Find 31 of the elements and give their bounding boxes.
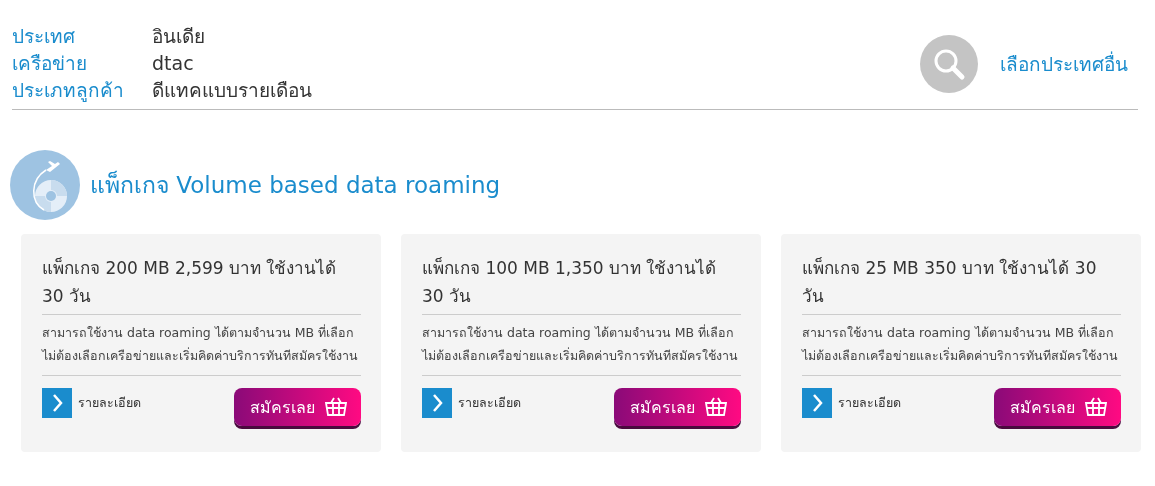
package-title: แพ็กเกจ 25 MB 350 บาท ใช้งานได้ 30 วัน: [802, 254, 1121, 315]
info-value: ดีแทคแบบรายเดือน: [152, 78, 312, 103]
details-label: รายละเอียด: [78, 394, 141, 412]
subscribe-button[interactable]: สมัครเลย: [234, 388, 361, 426]
info-value: อินเดีย: [152, 24, 206, 49]
subscribe-button[interactable]: สมัครเลย: [994, 388, 1121, 426]
info-value: dtac: [152, 51, 195, 76]
subscribe-button[interactable]: สมัครเลย: [614, 388, 741, 426]
basket-icon: [325, 397, 347, 417]
info-label: ประเทศ: [12, 24, 76, 49]
details-link[interactable]: รายละเอียด: [422, 388, 521, 418]
change-country-link[interactable]: เลือกประเทศอื่น: [920, 34, 1128, 93]
chevron-right-icon: [802, 388, 832, 418]
package-description: สามารถใช้งาน data roaming ได้ตามจำนวน MB ที่เลือก ไม่ต้องเลือกเครือข่ายและเริ่มคิดค่าบริการทันทีสมัครใช้งาน: [42, 315, 361, 376]
chevron-right-icon: [42, 388, 72, 418]
search-icon: [920, 34, 978, 93]
package-description: สามารถใช้งาน data roaming ได้ตามจำนวน MB ที่เลือก ไม่ต้องเลือกเครือข่ายและเริ่มคิดค่าบริการทันทีสมัครใช้งาน: [802, 315, 1121, 376]
info-label: เครือข่าย: [12, 51, 88, 76]
section-title: แพ็กเกจ Volume based data roaming: [90, 169, 501, 200]
details-label: รายละเอียด: [838, 394, 901, 412]
info-label: ประเภทลูกค้า: [12, 78, 125, 103]
details-link[interactable]: รายละเอียด: [802, 388, 901, 418]
details-link[interactable]: รายละเอียด: [42, 388, 141, 418]
roaming-icon: [10, 150, 80, 220]
package-description: สามารถใช้งาน data roaming ได้ตามจำนวน MB ที่เลือก ไม่ต้องเลือกเครือข่ายและเริ่มคิดค่าบริการทันทีสมัครใช้งาน: [422, 315, 741, 376]
basket-icon: [1085, 397, 1107, 417]
basket-icon: [705, 397, 727, 417]
package-title: แพ็กเกจ 100 MB 1,350 บาท ใช้งานได้ 30 วัน: [422, 254, 741, 315]
details-label: รายละเอียด: [458, 394, 521, 412]
package-title: แพ็กเกจ 200 MB 2,599 บาท ใช้งานได้ 30 วัน: [42, 254, 361, 315]
chevron-right-icon: [422, 388, 452, 418]
